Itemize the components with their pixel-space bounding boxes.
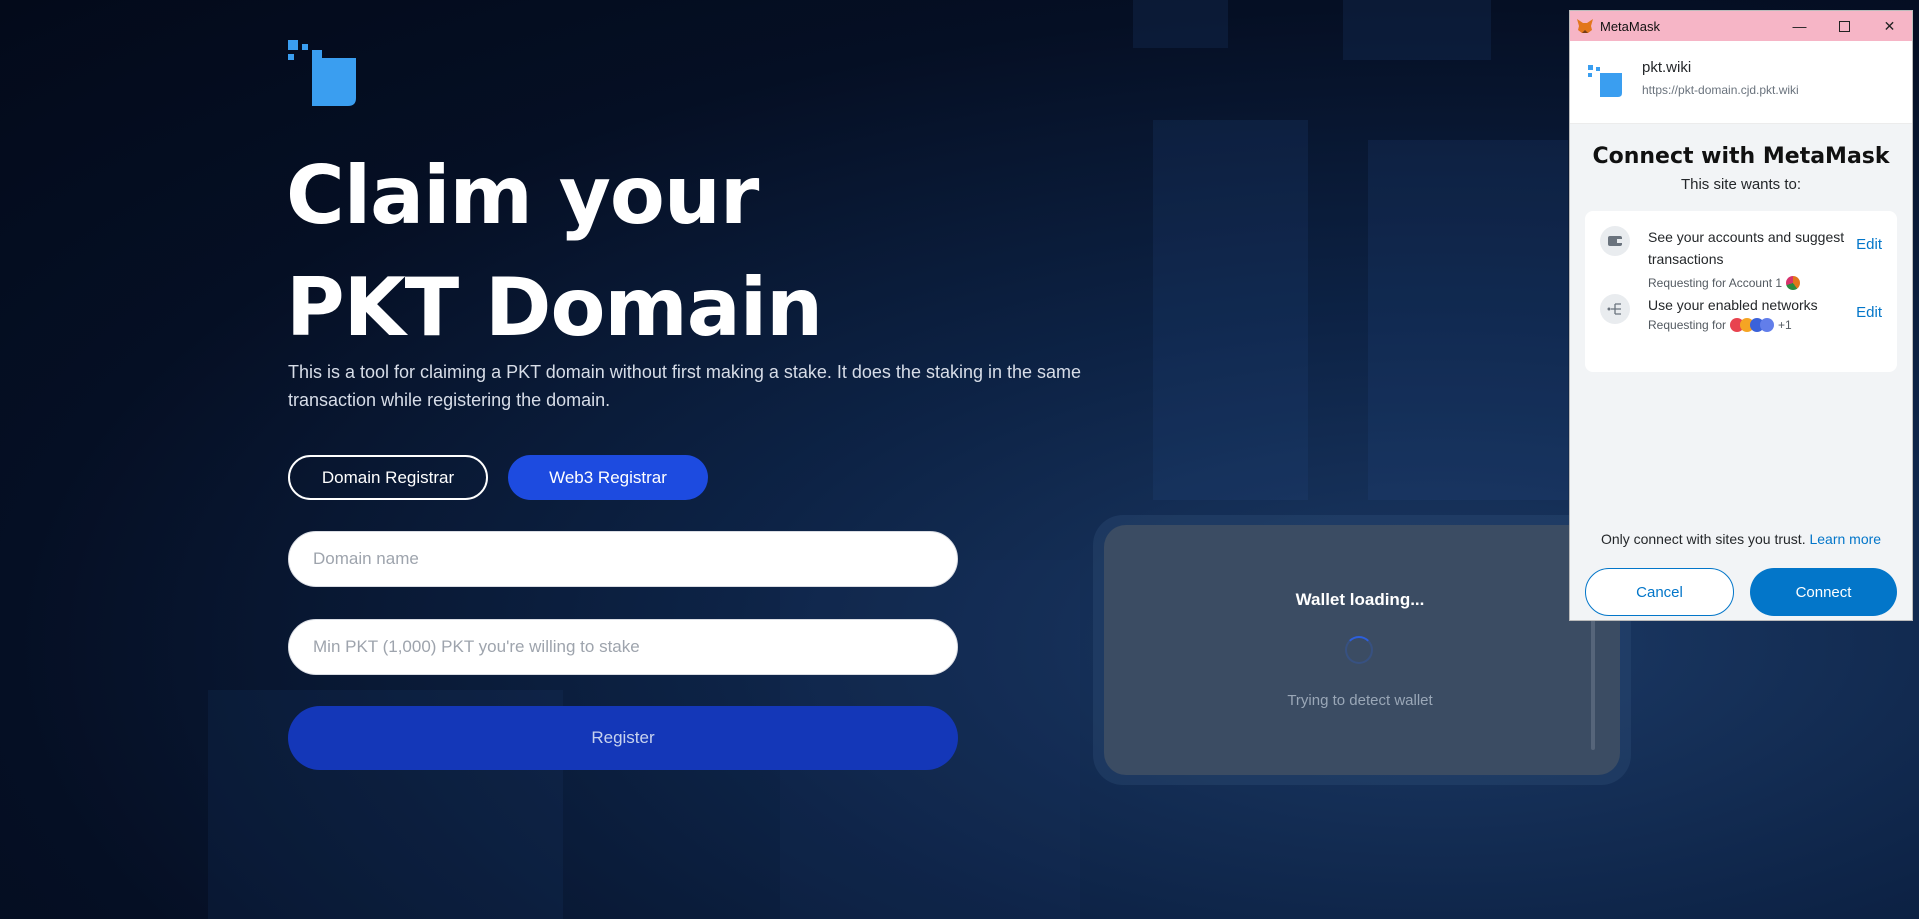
- connect-button[interactable]: Connect: [1750, 568, 1897, 616]
- site-info: pkt.wiki https://pkt-domain.cjd.pkt.wiki: [1570, 41, 1912, 124]
- permission-text: See your accounts and suggest transactio…: [1648, 229, 1845, 267]
- loading-spinner-icon: [1345, 636, 1373, 664]
- site-name: pkt.wiki: [1642, 59, 1692, 76]
- edit-networks-link[interactable]: Edit: [1856, 304, 1882, 321]
- cancel-button[interactable]: Cancel: [1585, 568, 1734, 616]
- learn-more-link[interactable]: Learn more: [1809, 531, 1881, 547]
- background-shape: [1153, 120, 1308, 500]
- network-avatar-icon: [1760, 318, 1775, 332]
- site-favicon-icon: [1588, 65, 1622, 97]
- background-shape: [1133, 0, 1228, 48]
- connect-subheading: This site wants to:: [1680, 176, 1802, 193]
- edit-accounts-link[interactable]: Edit: [1856, 236, 1882, 253]
- trust-notice: Only connect with sites you trust. Learn…: [1600, 531, 1882, 547]
- minimize-icon[interactable]: —: [1777, 11, 1822, 41]
- tab-domain-registrar[interactable]: Domain Registrar: [288, 455, 488, 500]
- register-button[interactable]: Register: [288, 706, 958, 770]
- permissions-card: See your accounts and suggest transactio…: [1585, 211, 1897, 372]
- wallet-loading-title: Wallet loading...: [1295, 590, 1425, 609]
- wallet-loading-subtitle: Trying to detect wallet: [1287, 692, 1433, 709]
- connect-heading: Connect with MetaMask: [1592, 144, 1890, 169]
- wallet-icon: [1600, 226, 1630, 256]
- network-icon: [1600, 294, 1630, 324]
- pkt-logo-icon: [288, 40, 356, 106]
- metamask-body: Connect with MetaMask This site wants to…: [1570, 124, 1912, 620]
- intro-text: This is a tool for claiming a PKT domain…: [288, 362, 1082, 410]
- tab-web3-registrar[interactable]: Web3 Registrar: [508, 455, 708, 500]
- metamask-window: MetaMask — ✕ pkt.wiki https://pkt-domain…: [1569, 10, 1913, 621]
- background-shape: [1343, 0, 1491, 60]
- page-title: Claim your PKT Domain: [286, 149, 823, 354]
- account-avatar-icon: [1786, 276, 1801, 290]
- site-url: https://pkt-domain.cjd.pkt.wiki: [1642, 83, 1799, 97]
- domain-name-input[interactable]: [288, 531, 958, 587]
- metamask-fox-icon: [1577, 19, 1593, 33]
- permission-requesting: Requesting for Account 1: [1648, 276, 1801, 290]
- permission-text: Use your enabled networks: [1648, 297, 1818, 313]
- window-titlebar[interactable]: MetaMask — ✕: [1570, 11, 1912, 41]
- background-shape: [1368, 140, 1568, 500]
- maximize-icon[interactable]: [1822, 11, 1867, 41]
- permission-requesting: Requesting for +1: [1648, 318, 1792, 332]
- window-title: MetaMask: [1600, 18, 1660, 34]
- stake-amount-input[interactable]: [288, 619, 958, 675]
- close-icon[interactable]: ✕: [1867, 11, 1912, 41]
